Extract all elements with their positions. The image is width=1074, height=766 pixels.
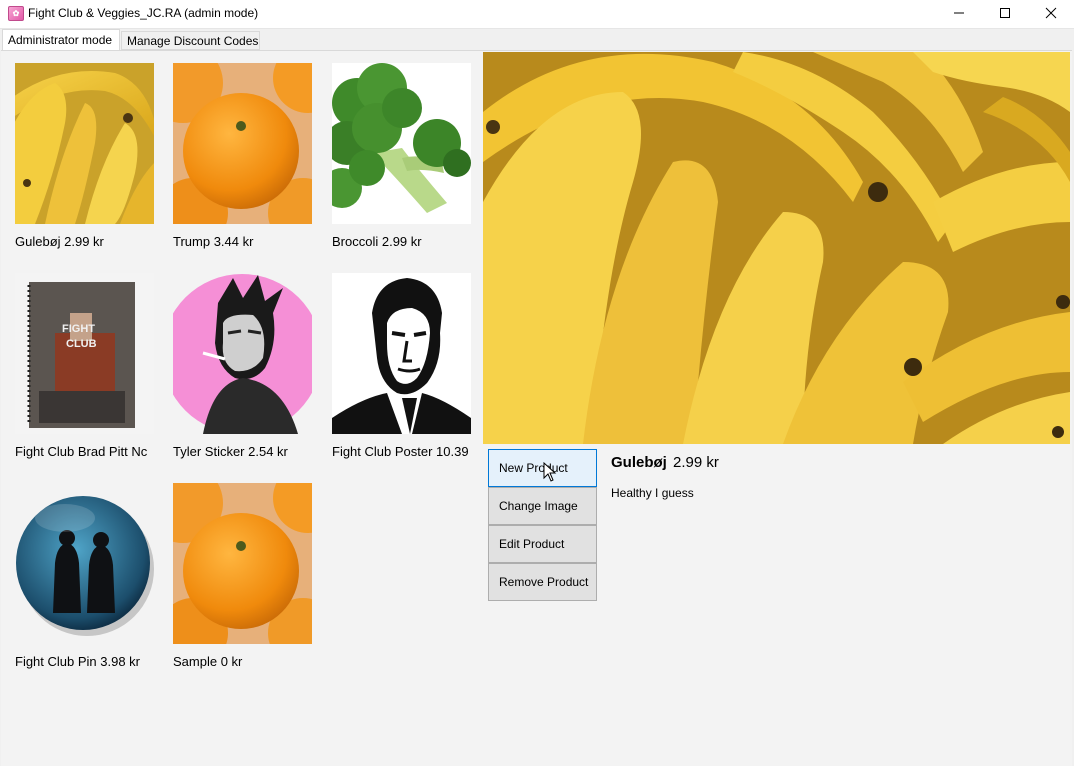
tab-administrator-mode[interactable]: Administrator mode [2,29,120,50]
product-image-orange[interactable] [173,63,312,224]
minimize-icon [954,12,964,14]
close-icon [1045,7,1057,19]
selected-product-description: Healthy I guess [611,486,694,500]
product-image-bananas[interactable] [15,63,154,224]
maximize-icon [1000,8,1010,18]
product-caption: Trump 3.44 kr [173,234,254,249]
product-image-fight-club-poster[interactable] [332,273,471,434]
notebook-fight-text: FIGHT [62,323,95,335]
mouse-cursor-icon [543,461,557,487]
product-caption: Broccoli 2.99 kr [332,234,422,249]
product-caption: Fight Club Pin 3.98 kr [15,654,141,669]
title-bar: ✿ Fight Club & Veggies_JC.RA (admin mode… [0,0,1074,29]
selected-product-name: Gulebøj [611,454,667,471]
close-button[interactable] [1028,0,1074,28]
remove-product-button[interactable]: Remove Product [488,563,597,601]
window-title: Fight Club & Veggies_JC.RA (admin mode) [28,6,259,20]
tab-strip: Administrator mode Manage Discount Codes [0,28,1074,51]
product-image-broccoli[interactable] [332,63,471,224]
product-caption: Fight Club Poster 10.39 [332,444,469,459]
product-caption: Sample 0 kr [173,654,243,669]
product-caption: Tyler Sticker 2.54 kr [173,444,288,459]
selected-product-price: 2.99 kr [673,454,719,471]
minimize-button[interactable] [936,0,982,28]
tab-manage-discount-codes[interactable]: Manage Discount Codes [121,31,260,50]
edit-product-button[interactable]: Edit Product [488,525,597,563]
maximize-button[interactable] [982,0,1028,28]
product-image-orange[interactable] [173,483,312,644]
selected-product-image [483,52,1070,444]
product-image-fight-club-pin[interactable] [15,483,154,644]
notebook-club-text: CLUB [66,338,97,350]
product-image-fight-club-notebook[interactable]: FIGHT CLUB [15,273,154,434]
product-caption: Gulebøj 2.99 kr [15,234,104,249]
app-icon: ✿ [8,6,24,21]
product-image-tyler-sticker[interactable] [173,273,312,434]
product-caption: Fight Club Brad Pitt Nc [15,444,148,459]
change-image-button[interactable]: Change Image [488,487,597,525]
